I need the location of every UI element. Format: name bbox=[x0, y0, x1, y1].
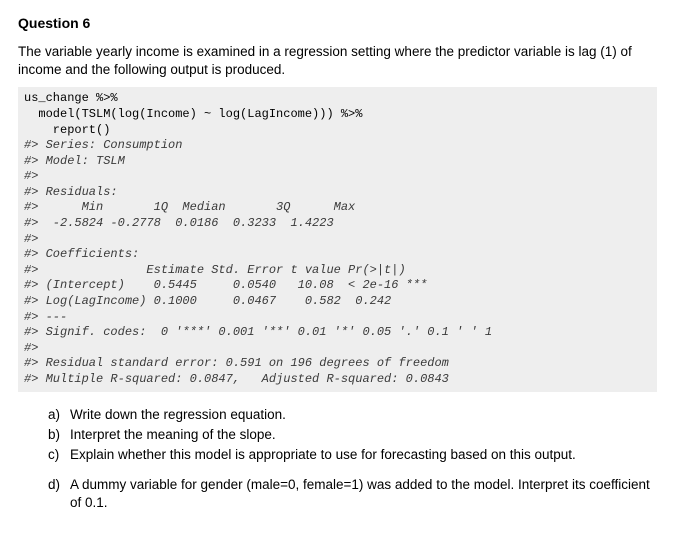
code-line: #> bbox=[24, 232, 38, 246]
part-text: Write down the regression equation. bbox=[70, 406, 657, 424]
part-label: b) bbox=[48, 426, 70, 444]
question-title: Question 6 bbox=[18, 14, 657, 33]
code-line: report() bbox=[24, 123, 110, 137]
part-label: d) bbox=[48, 476, 70, 512]
code-line: #> bbox=[24, 341, 38, 355]
code-line: model(TSLM(log(Income) ~ log(LagIncome))… bbox=[24, 107, 362, 121]
code-line: #> Signif. codes: 0 '***' 0.001 '**' 0.0… bbox=[24, 325, 492, 339]
code-line: #> Estimate Std. Error t value Pr(>|t|) bbox=[24, 263, 406, 277]
part-text: Explain whether this model is appropriat… bbox=[70, 446, 657, 464]
code-line: #> Coefficients: bbox=[24, 247, 139, 261]
code-line: #> Residual standard error: 0.591 on 196… bbox=[24, 356, 449, 370]
part-text: A dummy variable for gender (male=0, fem… bbox=[70, 476, 657, 512]
r-output-block: us_change %>% model(TSLM(log(Income) ~ l… bbox=[18, 87, 657, 391]
code-line: #> --- bbox=[24, 310, 67, 324]
code-line: us_change %>% bbox=[24, 91, 118, 105]
code-line: #> Residuals: bbox=[24, 185, 118, 199]
part-a: a) Write down the regression equation. bbox=[48, 406, 657, 424]
code-line: #> Min 1Q Median 3Q Max bbox=[24, 200, 355, 214]
code-line: #> Multiple R-squared: 0.0847, Adjusted … bbox=[24, 372, 449, 386]
code-line: #> -2.5824 -0.2778 0.0186 0.3233 1.4223 bbox=[24, 216, 334, 230]
part-d: d) A dummy variable for gender (male=0, … bbox=[48, 476, 657, 512]
code-line: #> Log(LagIncome) 0.1000 0.0467 0.582 0.… bbox=[24, 294, 391, 308]
code-line: #> (Intercept) 0.5445 0.0540 10.08 < 2e-… bbox=[24, 278, 427, 292]
code-line: #> bbox=[24, 169, 38, 183]
part-b: b) Interpret the meaning of the slope. bbox=[48, 426, 657, 444]
part-label: c) bbox=[48, 446, 70, 464]
question-intro: The variable yearly income is examined i… bbox=[18, 43, 657, 79]
sub-questions: a) Write down the regression equation. b… bbox=[48, 406, 657, 513]
part-c: c) Explain whether this model is appropr… bbox=[48, 446, 657, 464]
part-label: a) bbox=[48, 406, 70, 424]
code-line: #> Model: TSLM bbox=[24, 154, 125, 168]
part-text: Interpret the meaning of the slope. bbox=[70, 426, 657, 444]
code-line: #> Series: Consumption bbox=[24, 138, 182, 152]
